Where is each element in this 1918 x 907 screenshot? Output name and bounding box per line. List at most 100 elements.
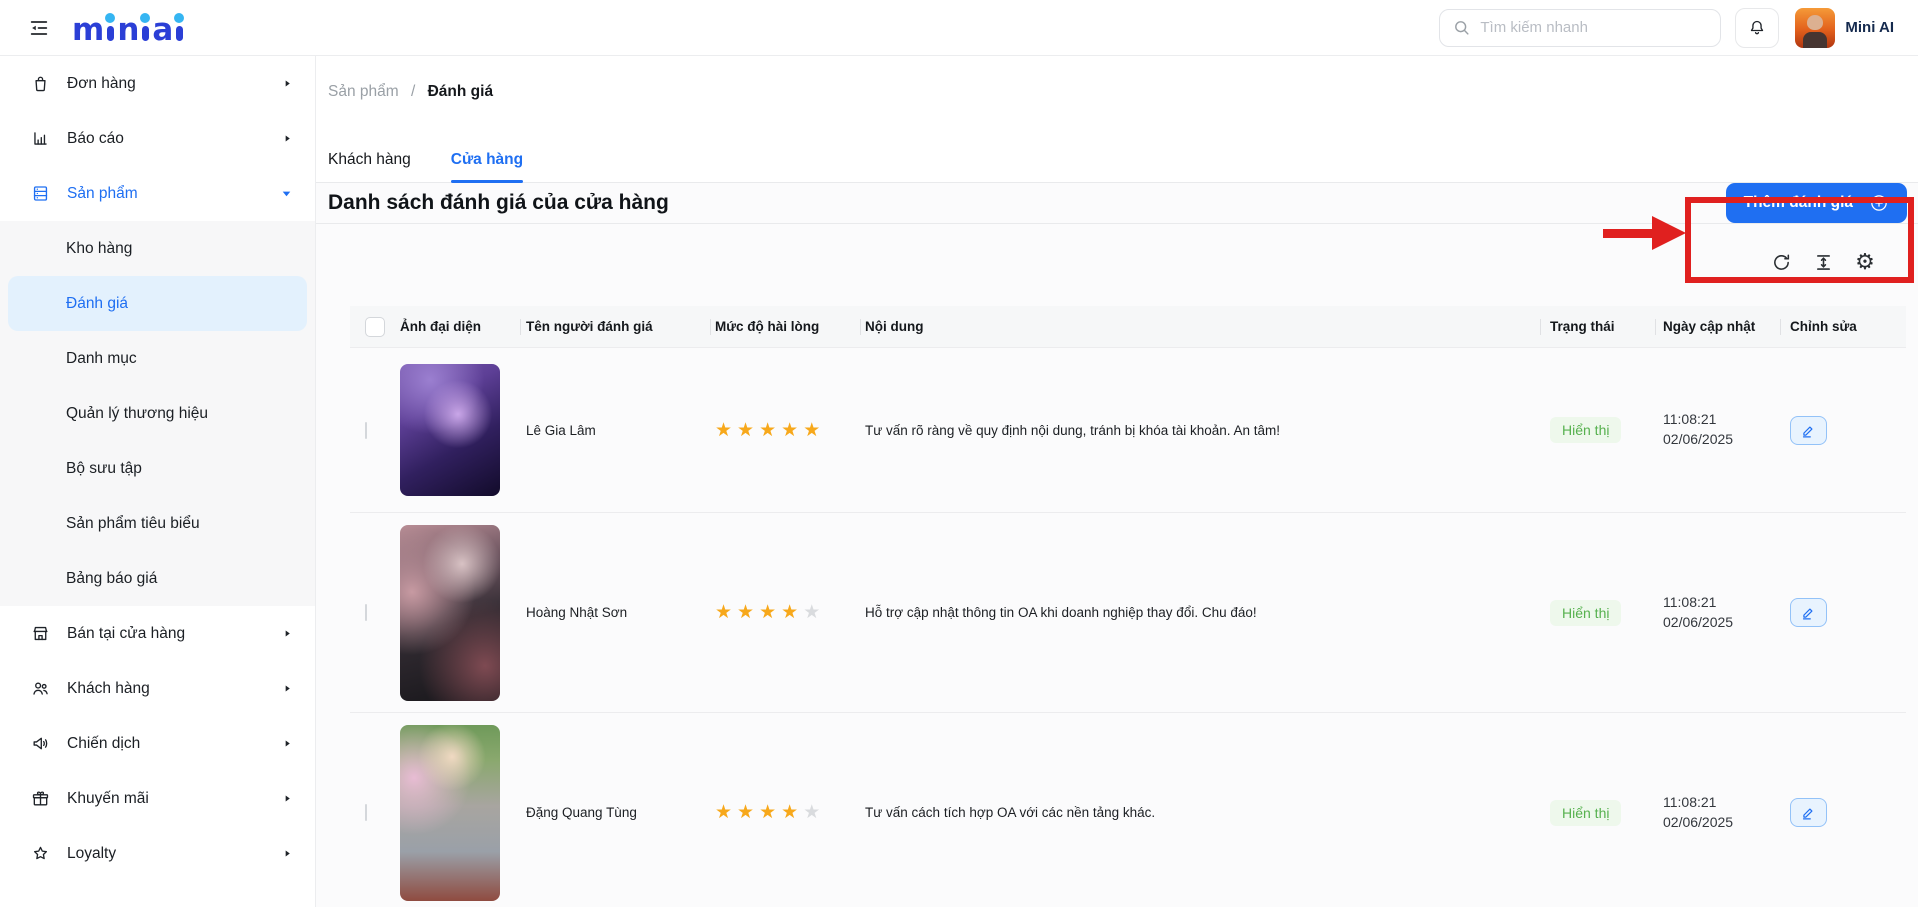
edit-button[interactable] <box>1790 598 1827 627</box>
chevron-right-icon <box>282 793 293 804</box>
sidebar-item-label: Bán tại cửa hàng <box>67 625 282 643</box>
chevron-right-icon <box>282 683 293 694</box>
sidebar-subitem-label: Kho hàng <box>66 240 132 258</box>
order-bag-icon <box>30 74 51 93</box>
tab-khach-hang[interactable]: Khách hàng <box>328 151 411 182</box>
megaphone-icon <box>30 734 51 753</box>
customers-icon <box>30 679 51 698</box>
search-icon <box>1452 18 1471 37</box>
sidebar-subitem-label: Bảng báo giá <box>66 570 157 588</box>
search-input[interactable] <box>1480 19 1708 36</box>
refresh-icon[interactable] <box>1769 250 1793 274</box>
content-panel: Danh sách đánh giá của cửa hàng Thêm đán… <box>316 183 1918 907</box>
row-checkbox[interactable] <box>365 804 367 821</box>
col-header-status: Trạng thái <box>1540 306 1655 347</box>
updated-date: 02/06/2025 <box>1663 813 1780 833</box>
sidebar-item-ban-tai-cua-hang[interactable]: Bán tại cửa hàng <box>0 606 315 661</box>
tab-bar: Khách hàng Cửa hàng <box>316 151 1918 183</box>
reviewer-photo <box>400 525 500 701</box>
breadcrumb: Sản phẩm / Đánh giá <box>316 56 1918 102</box>
reviewer-photo <box>400 364 500 496</box>
sidebar-item-label: Sản phẩm <box>67 185 280 203</box>
updated-time: 11:08:21 <box>1663 593 1780 613</box>
add-review-button[interactable]: Thêm đánh giá <box>1726 183 1907 223</box>
col-header-avatar: Ảnh đại diện <box>395 306 520 347</box>
chevron-right-icon <box>282 78 293 89</box>
app-logo[interactable]: mna <box>72 11 186 45</box>
sidebar-item-san-pham[interactable]: Sản phẩm <box>0 166 315 221</box>
edit-button[interactable] <box>1790 798 1827 827</box>
sidebar-subitem-label: Đánh giá <box>66 295 128 313</box>
store-icon <box>30 624 51 643</box>
sidebar-subitem-label: Danh mục <box>66 350 137 368</box>
san-pham-submenu: Kho hàng Đánh giá Danh mục Quản lý thươn… <box>0 221 315 606</box>
row-checkbox[interactable] <box>365 604 367 621</box>
table-header: Ảnh đại diện Tên người đánh giá Mức độ h… <box>350 306 1906 348</box>
sidebar-item-don-hang[interactable]: Đơn hàng <box>0 56 315 111</box>
sidebar-item-loyalty[interactable]: Loyalty <box>0 826 315 881</box>
app-window: mna Mini AI <box>0 0 1918 907</box>
col-header-updated: Ngày cập nhật <box>1655 306 1780 347</box>
table-row: Hoàng Nhật Sơn ★★★★★ Hỗ trợ cập nhật thô… <box>350 513 1906 713</box>
sidebar-item-khuyen-mai[interactable]: Khuyến mãi <box>0 771 315 826</box>
sidebar-item-label: Chiến dịch <box>67 735 282 753</box>
sidebar-subitem-bang-bao-gia[interactable]: Bảng báo giá <box>0 551 315 606</box>
breadcrumb-current: Đánh giá <box>428 83 493 100</box>
reviews-table: Ảnh đại diện Tên người đánh giá Mức độ h… <box>350 306 1906 907</box>
review-content: Hỗ trợ cập nhật thông tin OA khi doanh n… <box>860 605 1540 620</box>
table-toolbar: ⚙ <box>316 224 1918 274</box>
reviewer-name: Hoàng Nhật Sơn <box>520 605 710 620</box>
sidebar-subitem-kho-hang[interactable]: Kho hàng <box>0 221 315 276</box>
settings-gear-icon[interactable]: ⚙ <box>1853 250 1877 274</box>
pencil-icon <box>1800 422 1817 439</box>
report-chart-icon <box>30 129 51 148</box>
review-content: Tư vấn rõ ràng về quy định nội dung, trá… <box>860 423 1540 438</box>
add-review-label: Thêm đánh giá <box>1744 194 1853 212</box>
sidebar-item-bao-cao[interactable]: Báo cáo <box>0 111 315 166</box>
sidebar-subitem-san-pham-tieu-bieu[interactable]: Sản phẩm tiêu biểu <box>0 496 315 551</box>
quick-search <box>1439 9 1721 47</box>
sidebar-item-khach-hang[interactable]: Khách hàng <box>0 661 315 716</box>
select-all-checkbox[interactable] <box>365 317 385 337</box>
sidebar-item-label: Báo cáo <box>67 130 282 148</box>
title-band: Danh sách đánh giá của cửa hàng Thêm đán… <box>316 183 1918 224</box>
sidebar-item-label: Khuyến mãi <box>67 790 282 808</box>
chevron-right-icon <box>282 848 293 859</box>
row-height-icon[interactable] <box>1811 250 1835 274</box>
breadcrumb-parent[interactable]: Sản phẩm <box>328 83 399 100</box>
pencil-icon <box>1800 804 1817 821</box>
review-content: Tư vấn cách tích hợp OA với các nền tảng… <box>860 805 1540 820</box>
sidebar-subitem-label: Quản lý thương hiệu <box>66 405 208 423</box>
sidebar-subitem-quan-ly-thuong-hieu[interactable]: Quản lý thương hiệu <box>0 386 315 441</box>
sidebar-item-label: Loyalty <box>67 845 282 863</box>
col-header-edit: Chỉnh sửa <box>1780 306 1906 347</box>
sidebar-subitem-label: Bộ sưu tập <box>66 460 142 478</box>
tab-cua-hang[interactable]: Cửa hàng <box>451 151 523 182</box>
updated-time: 11:08:21 <box>1663 410 1780 430</box>
sidebar-collapse-icon[interactable] <box>26 15 52 41</box>
sidebar-subitem-label: Sản phẩm tiêu biểu <box>66 515 200 533</box>
rating-stars: ★★★★★ <box>715 806 825 821</box>
notifications-button[interactable] <box>1735 8 1779 48</box>
page-title: Danh sách đánh giá của cửa hàng <box>328 191 669 215</box>
chevron-down-icon <box>280 187 293 200</box>
sidebar-subitem-bo-suu-tap[interactable]: Bộ sưu tập <box>0 441 315 496</box>
row-checkbox[interactable] <box>365 422 367 439</box>
user-avatar[interactable] <box>1795 8 1835 48</box>
edit-button[interactable] <box>1790 416 1827 445</box>
sidebar-subitem-danh-gia[interactable]: Đánh giá <box>8 276 307 331</box>
status-badge: Hiển thị <box>1550 417 1621 443</box>
sidebar-subitem-danh-muc[interactable]: Danh mục <box>0 331 315 386</box>
breadcrumb-separator: / <box>411 83 415 100</box>
updated-date: 02/06/2025 <box>1663 430 1780 450</box>
product-box-icon <box>30 184 51 203</box>
sidebar-item-label: Đơn hàng <box>67 75 282 93</box>
gift-icon <box>30 789 51 808</box>
sidebar-item-label: Khách hàng <box>67 680 282 698</box>
status-badge: Hiển thị <box>1550 800 1621 826</box>
pencil-icon <box>1800 604 1817 621</box>
sidebar-item-chien-dich[interactable]: Chiến dịch <box>0 716 315 771</box>
chevron-right-icon <box>282 133 293 144</box>
col-header-content: Nội dung <box>860 306 1540 347</box>
topbar: mna Mini AI <box>0 0 1918 56</box>
